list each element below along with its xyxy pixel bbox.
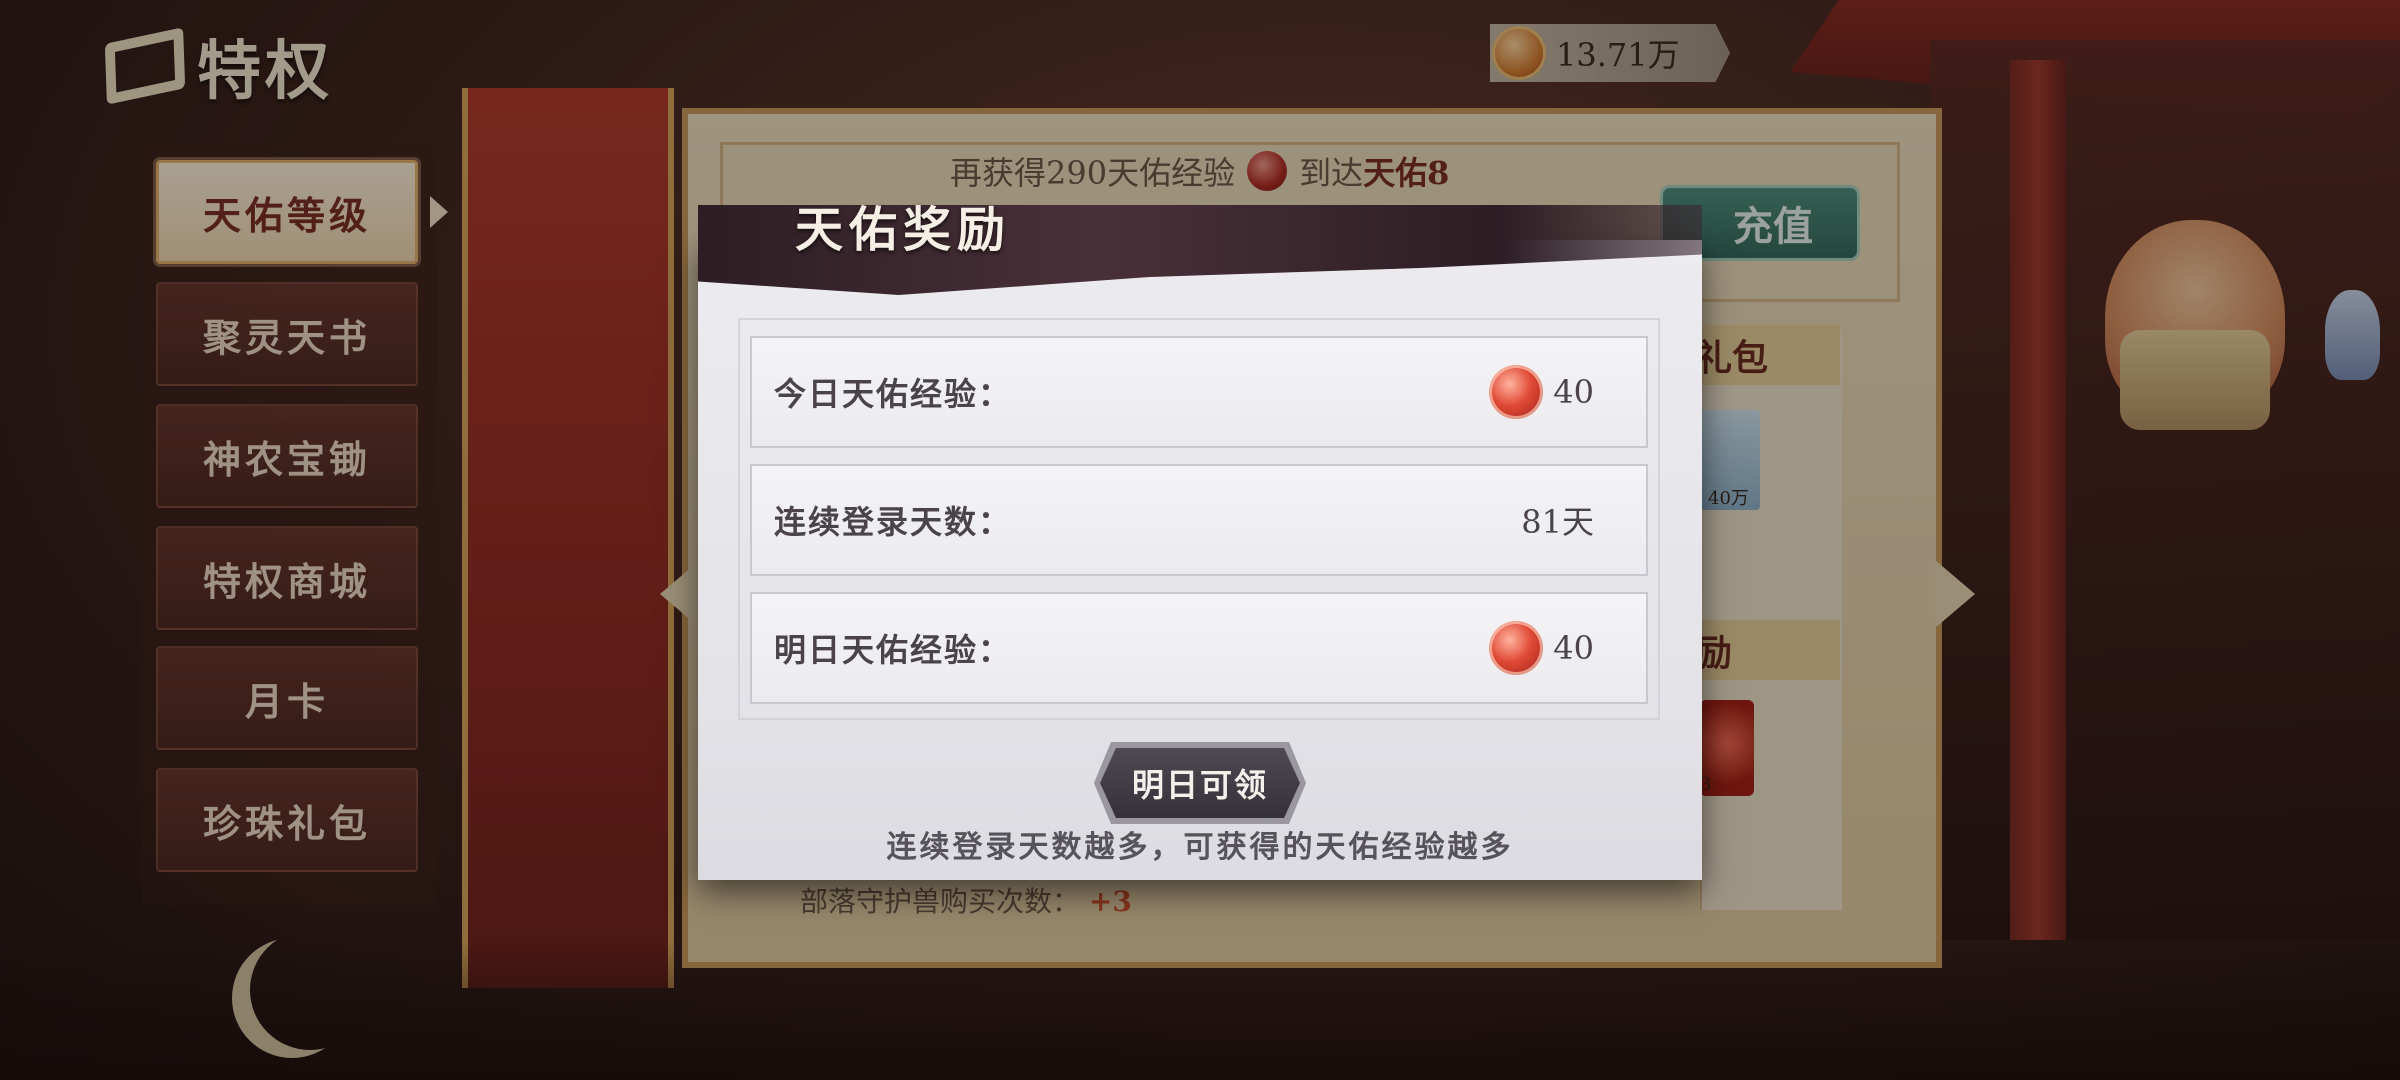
tomorrow-exp-label: 明日天佑经验： xyxy=(774,631,1013,669)
dialog-hint-text: 连续登录天数越多，可获得的天佑经验越多 xyxy=(886,830,1514,865)
login-days-row: 连续登录天数： 81天 xyxy=(750,464,1648,576)
today-exp-row: 今日天佑经验： 40 xyxy=(750,336,1648,448)
login-days-label: 连续登录天数： xyxy=(774,503,1013,541)
claim-button-label: 明日可领 xyxy=(1131,766,1268,804)
exp-orb-icon xyxy=(1489,365,1544,419)
dialog-title: 天佑奖励 xyxy=(795,202,1012,258)
login-days-value: 81天 xyxy=(1521,503,1594,541)
today-exp-value: 40 xyxy=(1553,373,1594,411)
tomorrow-exp-value-group: 40 xyxy=(1489,621,1594,675)
today-exp-value-group: 40 xyxy=(1489,365,1594,419)
tomorrow-exp-value: 40 xyxy=(1553,629,1594,667)
exp-orb-icon xyxy=(1489,621,1544,675)
today-exp-label: 今日天佑经验： xyxy=(774,375,1013,413)
login-days-value-group: 81天 xyxy=(1521,497,1594,543)
tomorrow-exp-row: 明日天佑经验： 40 xyxy=(750,592,1648,704)
claim-tomorrow-button[interactable]: 明日可领 xyxy=(1100,748,1300,818)
